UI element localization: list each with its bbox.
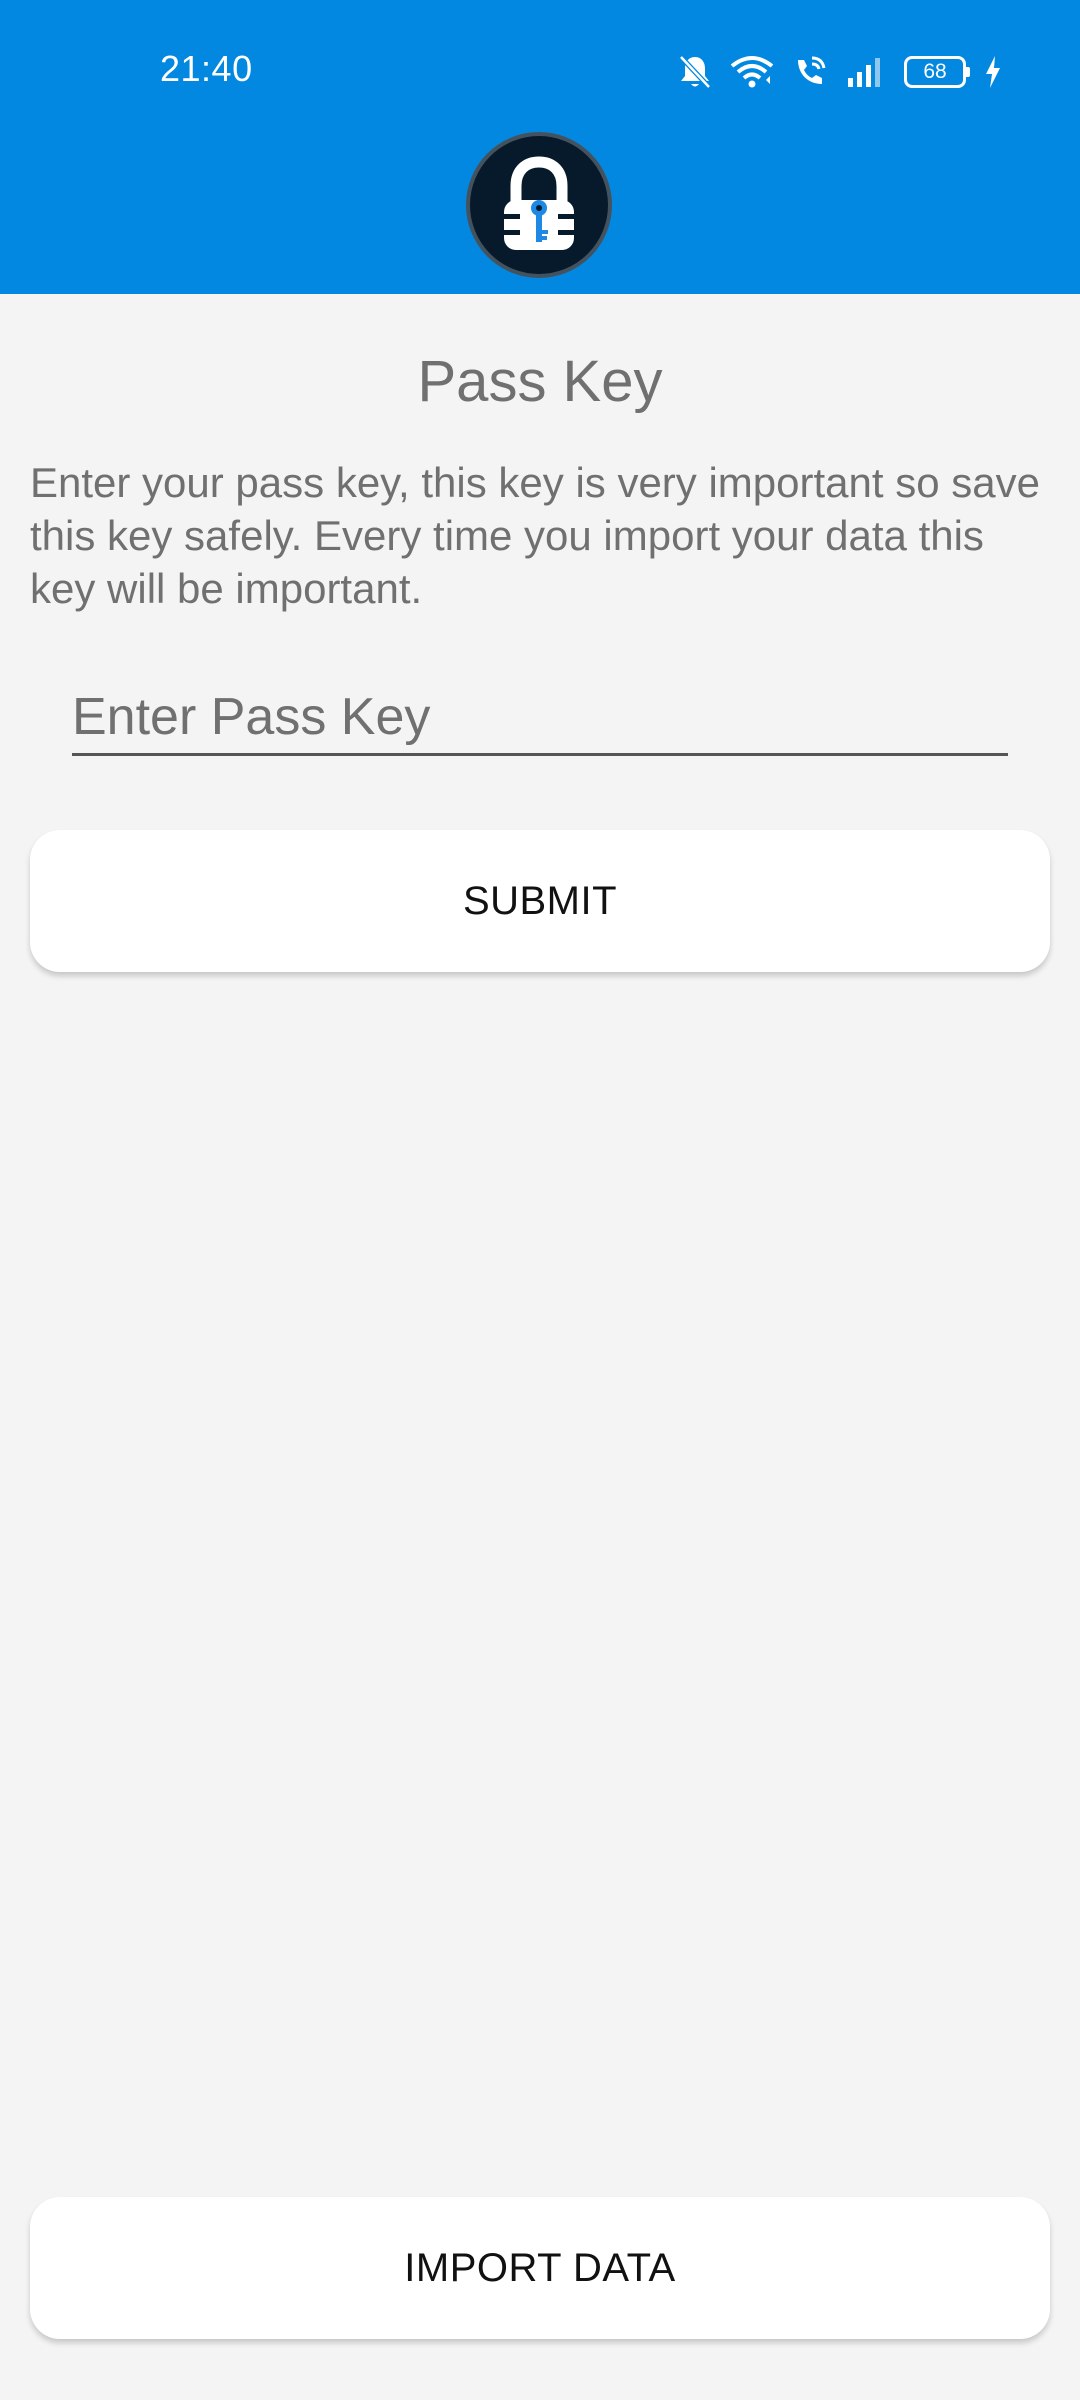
pass-key-input[interactable]	[72, 680, 1008, 756]
wifi-icon	[730, 54, 774, 90]
pass-key-description: Enter your pass key, this key is very im…	[30, 459, 1040, 612]
submit-button[interactable]: SUBMIT	[30, 830, 1050, 972]
page-title: Pass Key	[417, 349, 663, 414]
wifi-call-icon	[792, 54, 828, 90]
signal-icon	[846, 56, 886, 88]
import-data-button[interactable]: IMPORT DATA	[30, 2197, 1050, 2339]
status-icons: 68	[678, 50, 1002, 94]
bell-muted-icon	[678, 54, 712, 90]
lock-key-logo	[466, 132, 612, 278]
battery-icon: 68	[904, 56, 970, 88]
lock-key-icon	[498, 156, 580, 250]
app-header: 21:40 68	[0, 0, 1080, 294]
charging-icon	[984, 55, 1002, 89]
battery-level: 68	[923, 60, 947, 83]
status-time: 21:40	[160, 48, 253, 89]
